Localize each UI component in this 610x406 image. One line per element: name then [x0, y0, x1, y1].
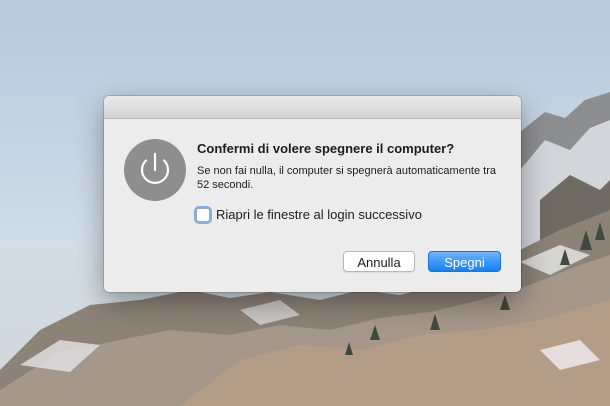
dialog-message: Se non fai nulla, il computer si spegner… — [197, 165, 496, 191]
dialog-titlebar[interactable] — [104, 96, 521, 119]
desktop-background: Confermi di volere spegnere il computer?… — [0, 0, 610, 406]
reopen-windows-label[interactable]: Riapri le finestre al login successivo — [216, 207, 422, 222]
reopen-windows-checkbox[interactable] — [196, 207, 210, 222]
cancel-button[interactable]: Annulla — [343, 251, 415, 272]
reopen-windows-option[interactable]: Riapri le finestre al login successivo — [196, 207, 422, 222]
dialog-heading: Confermi di volere spegnere il computer? — [197, 141, 455, 156]
shutdown-dialog: Confermi di volere spegnere il computer?… — [104, 96, 521, 292]
power-icon — [124, 139, 186, 201]
shutdown-button[interactable]: Spegni — [428, 251, 501, 272]
